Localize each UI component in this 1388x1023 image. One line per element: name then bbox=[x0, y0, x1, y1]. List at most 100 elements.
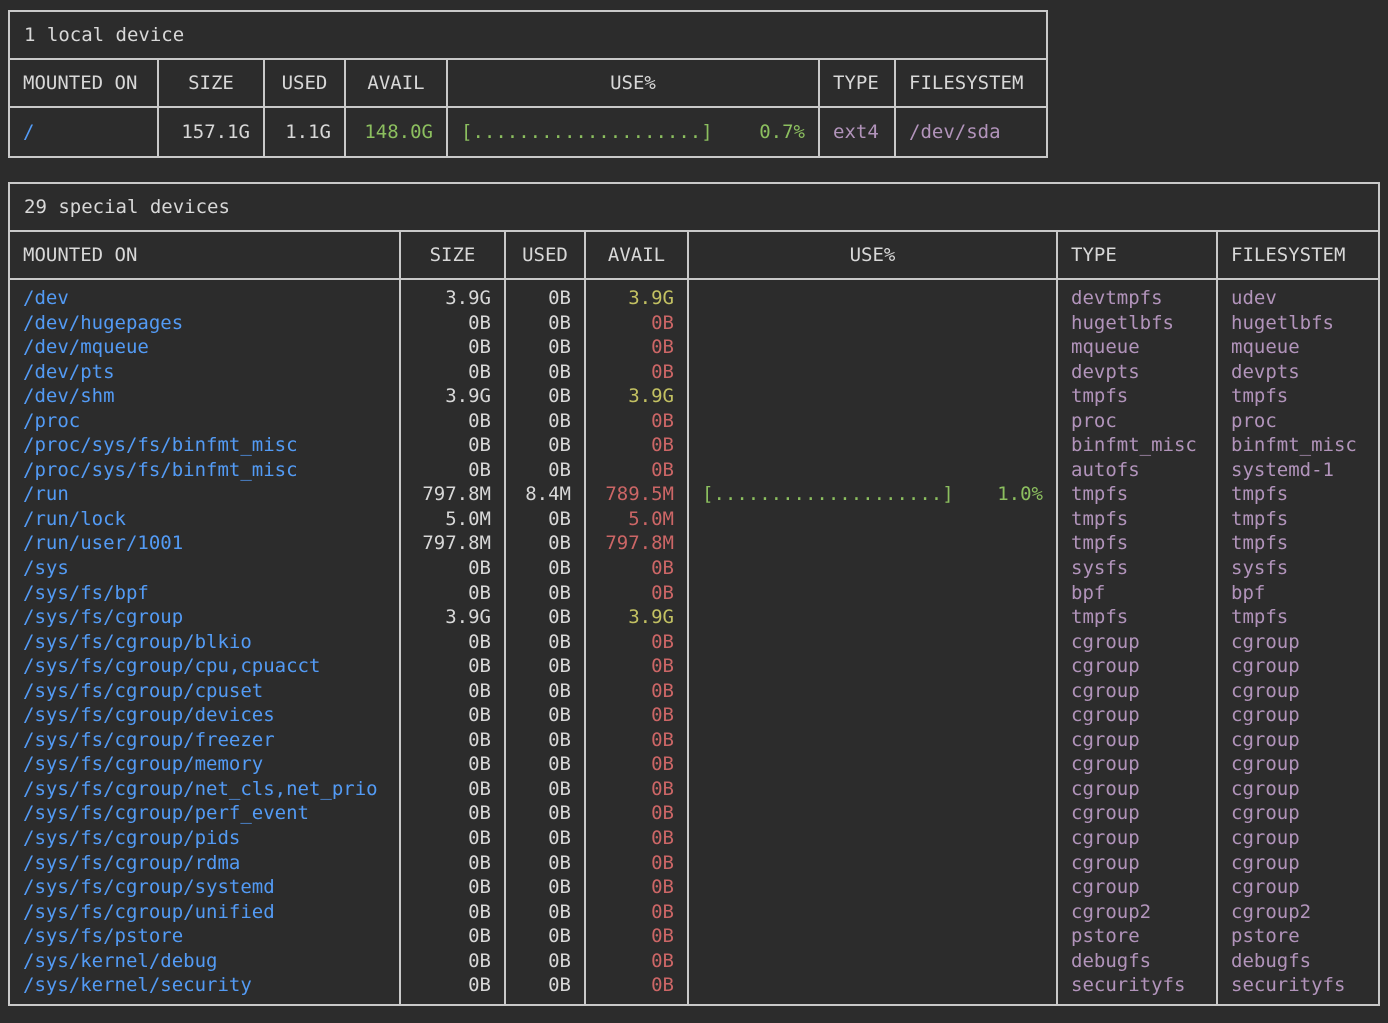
type-cell: cgroup bbox=[1057, 801, 1217, 826]
special-header-row: MOUNTED ON SIZE USED AVAIL USE% TYPE FIL… bbox=[9, 231, 1379, 279]
usage-bar-wrap: [....................] 0.7% bbox=[461, 120, 805, 144]
used-cell: 0B bbox=[505, 924, 585, 949]
col-header-size: SIZE bbox=[400, 231, 505, 279]
mount-point-cell: /dev/pts bbox=[9, 360, 400, 385]
size-cell: 797.8M bbox=[400, 482, 505, 507]
table-row: /sys/fs/cgroup/cpuset 0B 0B 0B cgroup cg… bbox=[9, 679, 1379, 704]
mount-point-cell: /run bbox=[9, 482, 400, 507]
avail-cell: 0B bbox=[585, 581, 688, 606]
type-cell: mqueue bbox=[1057, 335, 1217, 360]
type-cell: cgroup bbox=[1057, 679, 1217, 704]
used-cell: 0B bbox=[505, 279, 585, 311]
mount-point-cell: /sys/fs/cgroup/systemd bbox=[9, 875, 400, 900]
table-row: /sys/fs/cgroup/freezer 0B 0B 0B cgroup c… bbox=[9, 728, 1379, 753]
size-cell: 0B bbox=[400, 752, 505, 777]
table-row: /sys/fs/cgroup/net_cls,net_prio 0B 0B 0B… bbox=[9, 777, 1379, 802]
col-header-use-pct: USE% bbox=[688, 231, 1057, 279]
filesystem-cell: tmpfs bbox=[1217, 482, 1379, 507]
usage-cell bbox=[688, 531, 1057, 556]
type-cell: tmpfs bbox=[1057, 482, 1217, 507]
table-row: /sys/fs/cgroup/blkio 0B 0B 0B cgroup cgr… bbox=[9, 630, 1379, 655]
usage-cell bbox=[688, 433, 1057, 458]
table-row: /sys/kernel/security 0B 0B 0B securityfs… bbox=[9, 973, 1379, 1005]
size-cell: 157.1G bbox=[158, 107, 264, 157]
mount-point-cell: /sys bbox=[9, 556, 400, 581]
usage-cell: [....................] 1.0% bbox=[688, 482, 1057, 507]
avail-cell: 0B bbox=[585, 851, 688, 876]
used-cell: 0B bbox=[505, 360, 585, 385]
size-cell: 0B bbox=[400, 973, 505, 1005]
local-devices-table: 1 local device MOUNTED ON SIZE USED AVAI… bbox=[8, 10, 1048, 158]
usage-bar: [....................] bbox=[702, 482, 954, 507]
size-cell: 0B bbox=[400, 556, 505, 581]
mount-point-cell: /sys/fs/cgroup bbox=[9, 605, 400, 630]
filesystem-cell: cgroup bbox=[1217, 630, 1379, 655]
mount-point-cell: /sys/kernel/debug bbox=[9, 949, 400, 974]
usage-cell bbox=[688, 801, 1057, 826]
table-row: /run/user/1001 797.8M 0B 797.8M tmpfs tm… bbox=[9, 531, 1379, 556]
avail-cell: 0B bbox=[585, 311, 688, 336]
type-cell: hugetlbfs bbox=[1057, 311, 1217, 336]
used-cell: 0B bbox=[505, 949, 585, 974]
avail-cell: 0B bbox=[585, 973, 688, 1005]
used-cell: 1.1G bbox=[264, 107, 345, 157]
mount-point-cell: /sys/fs/cgroup/pids bbox=[9, 826, 400, 851]
type-cell: binfmt_misc bbox=[1057, 433, 1217, 458]
used-cell: 0B bbox=[505, 384, 585, 409]
filesystem-cell: tmpfs bbox=[1217, 531, 1379, 556]
size-cell: 0B bbox=[400, 851, 505, 876]
mount-point-cell: /sys/fs/cgroup/unified bbox=[9, 900, 400, 925]
used-cell: 8.4M bbox=[505, 482, 585, 507]
type-cell: tmpfs bbox=[1057, 384, 1217, 409]
avail-cell: 0B bbox=[585, 728, 688, 753]
avail-cell: 3.9G bbox=[585, 279, 688, 311]
type-cell: autofs bbox=[1057, 458, 1217, 483]
used-cell: 0B bbox=[505, 777, 585, 802]
col-header-mounted-on: MOUNTED ON bbox=[9, 231, 400, 279]
type-cell: bpf bbox=[1057, 581, 1217, 606]
size-cell: 0B bbox=[400, 924, 505, 949]
type-cell: tmpfs bbox=[1057, 507, 1217, 532]
type-cell: cgroup bbox=[1057, 703, 1217, 728]
used-cell: 0B bbox=[505, 703, 585, 728]
filesystem-cell: cgroup bbox=[1217, 703, 1379, 728]
usage-cell bbox=[688, 360, 1057, 385]
type-cell: cgroup bbox=[1057, 654, 1217, 679]
usage-cell bbox=[688, 630, 1057, 655]
filesystem-cell: cgroup bbox=[1217, 826, 1379, 851]
mount-point-cell: /sys/fs/cgroup/cpu,cpuacct bbox=[9, 654, 400, 679]
table-row: /sys/fs/bpf 0B 0B 0B bpf bpf bbox=[9, 581, 1379, 606]
type-cell: tmpfs bbox=[1057, 531, 1217, 556]
mount-point-cell: /proc bbox=[9, 409, 400, 434]
usage-cell bbox=[688, 875, 1057, 900]
mount-point-cell: /sys/fs/pstore bbox=[9, 924, 400, 949]
size-cell: 0B bbox=[400, 949, 505, 974]
size-cell: 0B bbox=[400, 654, 505, 679]
used-cell: 0B bbox=[505, 311, 585, 336]
filesystem-cell: devpts bbox=[1217, 360, 1379, 385]
col-header-mounted-on: MOUNTED ON bbox=[9, 59, 158, 107]
size-cell: 0B bbox=[400, 826, 505, 851]
mount-point-cell: /dev/mqueue bbox=[9, 335, 400, 360]
table-row: /run/lock 5.0M 0B 5.0M tmpfs tmpfs bbox=[9, 507, 1379, 532]
used-cell: 0B bbox=[505, 801, 585, 826]
table-row: /sys/fs/cgroup/rdma 0B 0B 0B cgroup cgro… bbox=[9, 851, 1379, 876]
type-cell: devtmpfs bbox=[1057, 279, 1217, 311]
usage-cell bbox=[688, 605, 1057, 630]
used-cell: 0B bbox=[505, 335, 585, 360]
type-cell: tmpfs bbox=[1057, 605, 1217, 630]
mount-point-cell: /dev/hugepages bbox=[9, 311, 400, 336]
col-header-filesystem: FILESYSTEM bbox=[1217, 231, 1379, 279]
size-cell: 0B bbox=[400, 581, 505, 606]
avail-cell: 0B bbox=[585, 826, 688, 851]
type-cell: sysfs bbox=[1057, 556, 1217, 581]
type-cell: cgroup bbox=[1057, 630, 1217, 655]
used-cell: 0B bbox=[505, 752, 585, 777]
usage-cell bbox=[688, 851, 1057, 876]
filesystem-cell: cgroup2 bbox=[1217, 900, 1379, 925]
usage-cell bbox=[688, 752, 1057, 777]
type-cell: ext4 bbox=[819, 107, 895, 157]
table-row: /sys 0B 0B 0B sysfs sysfs bbox=[9, 556, 1379, 581]
mount-point-cell: /sys/fs/cgroup/rdma bbox=[9, 851, 400, 876]
size-cell: 0B bbox=[400, 630, 505, 655]
